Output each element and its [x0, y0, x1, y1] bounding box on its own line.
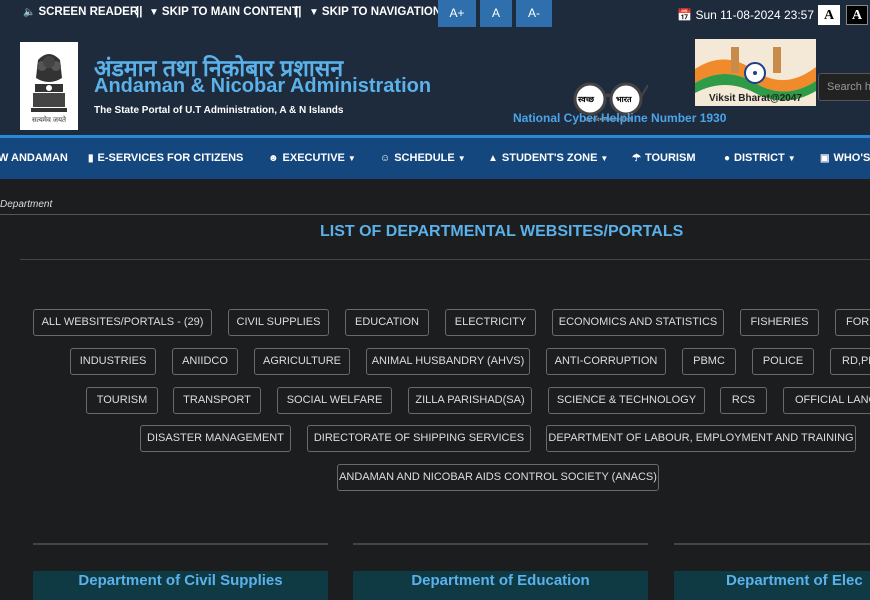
briefcase-icon: ▣ — [820, 153, 830, 164]
national-emblem-logo[interactable]: सत्यमेव जयते — [20, 42, 78, 130]
viksit-bharat-label: Viksit Bharat@2047 — [709, 93, 802, 104]
filter-fisheries[interactable]: FISHERIES — [740, 309, 819, 336]
accessibility-bar: 🔈 SCREEN READER || ▼ SKIP TO MAIN CONTENT … — [0, 0, 870, 27]
divider — [674, 543, 870, 545]
viksit-bharat-banner[interactable]: Viksit Bharat@2047 — [695, 39, 816, 106]
card-electricity[interactable]: Department of Elec — [674, 571, 870, 600]
nav-item-district[interactable]: ● DISTRICT ▼ — [724, 152, 796, 164]
nav-item-executive[interactable]: ☻ EXECUTIVE ▼ — [268, 152, 356, 164]
filter-agriculture[interactable]: AGRICULTURE — [254, 348, 350, 375]
font-increase-button[interactable]: A+ — [438, 0, 476, 27]
screen-reader-label: SCREEN READER — [38, 6, 139, 18]
light-contrast-button[interactable]: A — [818, 5, 840, 25]
nav-item-students-zone[interactable]: ▲ STUDENT'S ZONE ▼ — [488, 152, 608, 164]
filter-labour-employment[interactable]: DEPARTMENT OF LABOUR, EMPLOYMENT AND TRA… — [546, 425, 856, 452]
main-nav: W ANDAMAN ▮ E-SERVICES FOR CITIZENS ☻ EXEC… — [0, 135, 870, 179]
divider — [20, 259, 870, 260]
date-time-text: Sun 11-08-2024 23:57 — [695, 8, 814, 22]
filter-forest[interactable]: FOR — [835, 309, 870, 336]
nav-item-schedule[interactable]: ☺ SCHEDULE ▼ — [380, 152, 466, 164]
umbrella-icon: ☂ — [632, 153, 641, 164]
filter-tourism[interactable]: TOURISM — [86, 387, 158, 414]
filter-disaster-management[interactable]: DISASTER MANAGEMENT — [140, 425, 291, 452]
skip-main-link[interactable]: ▼ SKIP TO MAIN CONTENT — [149, 6, 299, 18]
site-header: सत्यमेव जयते अंडमान तथा निकोबार प्रशासन … — [0, 27, 870, 135]
filter-transport[interactable]: TRANSPORT — [173, 387, 261, 414]
filter-pbmc[interactable]: PBMC — [682, 348, 736, 375]
filter-aniidco[interactable]: ANIIDCO — [172, 348, 238, 375]
filter-all-websites[interactable]: ALL WEBSITES/PORTALS - (29) — [33, 309, 212, 336]
filter-electricity[interactable]: ELECTRICITY — [445, 309, 536, 336]
arrow-circle-down-icon: ▼ — [309, 7, 319, 18]
card-civil-supplies[interactable]: Department of Civil Supplies — [33, 571, 328, 600]
filter-industries[interactable]: INDUSTRIES — [70, 348, 156, 375]
caret-down-icon: ▼ — [347, 154, 356, 163]
caret-down-icon: ▼ — [600, 154, 609, 163]
nav-label: STUDENT'S ZONE — [501, 152, 598, 164]
skip-nav-link[interactable]: ▼ SKIP TO NAVIGATION — [309, 6, 441, 18]
user-tie-icon: ☺ — [380, 153, 391, 164]
filter-shipping-services[interactable]: DIRECTORATE OF SHIPPING SERVICES — [307, 425, 531, 452]
nav-item-whos-who[interactable]: ▣ WHO'S — [820, 152, 870, 164]
card-title: Department of Elec — [726, 572, 863, 589]
nav-label: W ANDAMAN — [0, 152, 68, 164]
divider — [0, 214, 870, 215]
skip-nav-label: SKIP TO NAVIGATION — [321, 6, 442, 18]
arrow-circle-down-icon: ▼ — [149, 7, 159, 18]
font-decrease-button[interactable]: A- — [516, 0, 552, 27]
nav-label: SCHEDULE — [394, 152, 455, 164]
page-title: LIST OF DEPARTMENTAL WEBSITES/PORTALS — [320, 223, 684, 240]
caret-down-icon: ▼ — [787, 154, 796, 163]
filter-rd-pr[interactable]: RD,PR — [830, 348, 870, 375]
bar-chart-icon: ▮ — [88, 153, 94, 164]
filter-social-welfare[interactable]: SOCIAL WELFARE — [277, 387, 392, 414]
speaker-icon: 🔈 — [23, 7, 36, 18]
graduation-cap-icon: ▲ — [488, 153, 498, 164]
screen-reader-link[interactable]: 🔈 SCREEN READER — [23, 6, 138, 18]
skip-main-label: SKIP TO MAIN CONTENT — [161, 6, 299, 18]
divider — [353, 543, 648, 545]
swachh-right-text: भारत — [616, 95, 632, 104]
filter-science-technology[interactable]: SCIENCE & TECHNOLOGY — [548, 387, 705, 414]
calendar-icon: 📅 — [677, 8, 693, 22]
filter-animal-husbandry[interactable]: ANIMAL HUSBANDRY (AHVS) — [366, 348, 530, 375]
cyber-helpline[interactable]: National Cyber Helpline Number 1930 — [513, 111, 726, 125]
map-marker-icon: ● — [724, 153, 731, 164]
filter-civil-supplies[interactable]: CIVIL SUPPLIES — [228, 309, 329, 336]
separator: || — [295, 6, 302, 18]
nav-item-about-andaman[interactable]: W ANDAMAN — [0, 152, 68, 164]
nav-label: E-SERVICES FOR CITIZENS — [97, 152, 244, 164]
filter-zilla-parishad[interactable]: ZILLA PARISHAD(SA) — [408, 387, 532, 414]
search-input[interactable]: Search here — [818, 73, 870, 101]
date-time: 📅 Sun 11-08-2024 23:57 — [677, 8, 814, 22]
nav-label: EXECUTIVE — [282, 152, 345, 164]
card-title: Department of Education — [411, 572, 590, 589]
site-title-english[interactable]: Andaman & Nicobar Administration — [94, 75, 431, 98]
emblem-motto: सत्यमेव जयते — [31, 117, 67, 124]
nav-label: WHO'S — [833, 152, 870, 164]
swachh-left-text: स्वच्छ — [578, 95, 595, 104]
nav-item-e-services[interactable]: ▮ E-SERVICES FOR CITIZENS — [88, 152, 243, 164]
nav-label: DISTRICT — [734, 152, 785, 164]
font-normal-button[interactable]: A — [480, 0, 512, 27]
dark-contrast-button[interactable]: A — [846, 5, 868, 25]
user-plus-icon: ☻ — [268, 153, 279, 164]
filter-rcs[interactable]: RCS — [720, 387, 767, 414]
separator: || — [136, 6, 143, 18]
caret-down-icon: ▼ — [457, 154, 466, 163]
nav-item-tourism[interactable]: ☂ TOURISM — [632, 152, 696, 164]
divider — [33, 543, 328, 545]
filter-police[interactable]: POLICE — [752, 348, 814, 375]
card-education[interactable]: Department of Education — [353, 571, 648, 600]
filter-official-language[interactable]: OFFICIAL LANG — [783, 387, 870, 414]
breadcrumb: Department — [0, 199, 53, 210]
filter-economics[interactable]: ECONOMICS AND STATISTICS — [552, 309, 724, 336]
card-title: Department of Civil Supplies — [78, 572, 283, 589]
filter-aids-control-society[interactable]: ANDAMAN AND NICOBAR AIDS CONTROL SOCIETY… — [337, 464, 659, 491]
filter-anti-corruption[interactable]: ANTI-CORRUPTION — [546, 348, 666, 375]
site-subtitle: The State Portal of U.T Administration, … — [94, 105, 344, 116]
nav-label: TOURISM — [644, 152, 696, 164]
filter-education[interactable]: EDUCATION — [345, 309, 429, 336]
